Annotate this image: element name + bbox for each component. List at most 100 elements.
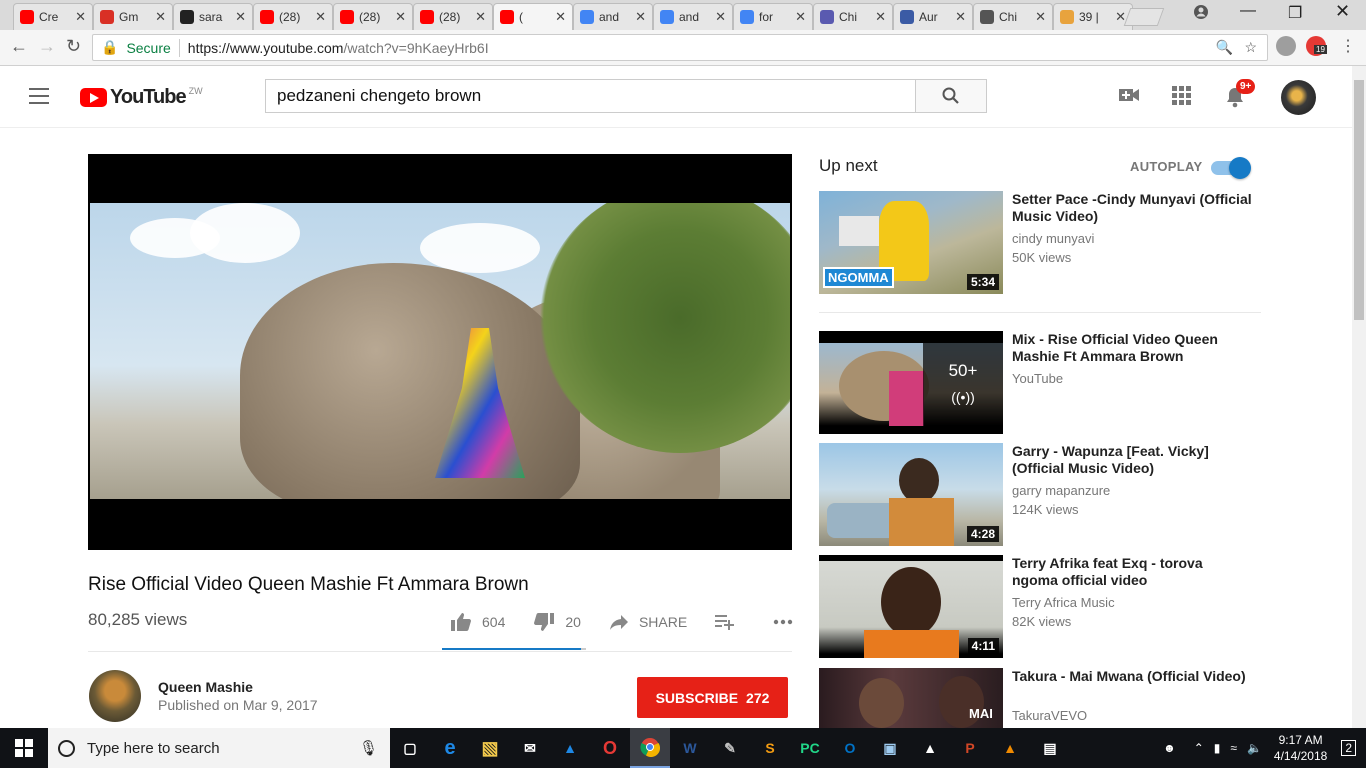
- show-hidden-icons-chevron-icon[interactable]: ⌃: [1194, 741, 1204, 755]
- more-actions-button[interactable]: [773, 619, 803, 625]
- pycharm-icon[interactable]: PC: [790, 728, 830, 768]
- video-title-link[interactable]: Setter Pace -Cindy Munyavi (Official Mus…: [1012, 191, 1252, 225]
- vlc-icon[interactable]: ▲: [990, 728, 1030, 768]
- like-button[interactable]: 604: [450, 612, 505, 632]
- search-button[interactable]: [915, 79, 987, 113]
- sublime-icon[interactable]: S: [750, 728, 790, 768]
- reload-icon[interactable]: ↻: [66, 36, 81, 57]
- channel-name[interactable]: Queen Mashie: [158, 679, 253, 695]
- photos-icon[interactable]: ▲: [910, 728, 950, 768]
- close-tab-icon[interactable]: ✕: [475, 9, 486, 25]
- browser-tab[interactable]: sara ✕: [173, 3, 253, 30]
- taskbar-clock[interactable]: 9:17 AM 4/14/2018: [1274, 732, 1327, 764]
- paint-icon[interactable]: ✎: [710, 728, 750, 768]
- video-thumbnail[interactable]: MAI: [819, 668, 1003, 728]
- extension-icon[interactable]: [1276, 36, 1296, 56]
- notepad-icon[interactable]: ▣: [870, 728, 910, 768]
- upload-video-icon[interactable]: [1118, 86, 1140, 108]
- edge-icon[interactable]: e: [430, 728, 470, 768]
- address-bar[interactable]: 🔒 Secure https://www.youtube.com /watch?…: [92, 34, 1268, 61]
- close-tab-icon[interactable]: ✕: [315, 9, 326, 25]
- people-icon[interactable]: ☻: [1163, 741, 1176, 755]
- new-tab-button[interactable]: [1123, 8, 1165, 26]
- channel-name[interactable]: Terry Africa Music: [1012, 595, 1115, 610]
- app-icon[interactable]: ▲: [550, 728, 590, 768]
- close-tab-icon[interactable]: ✕: [875, 9, 886, 25]
- close-window-icon[interactable]: ✕: [1335, 1, 1350, 22]
- browser-tab[interactable]: Gm ✕: [93, 3, 173, 30]
- opera-icon[interactable]: O: [590, 728, 630, 768]
- subscribe-button[interactable]: SUBSCRIBE 272: [637, 677, 788, 718]
- video-title-link[interactable]: Garry - Wapunza [Feat. Vicky] (Official …: [1012, 443, 1252, 477]
- mail-icon[interactable]: ✉: [510, 728, 550, 768]
- browser-tab[interactable]: (28) ✕: [253, 3, 333, 30]
- video-thumbnail[interactable]: NGOMMA 5:34: [819, 191, 1003, 294]
- browser-tab[interactable]: Cre ✕: [13, 3, 93, 30]
- add-to-playlist-button[interactable]: [715, 614, 745, 630]
- browser-menu-icon[interactable]: ⋮: [1340, 36, 1356, 56]
- word-icon[interactable]: W: [670, 728, 710, 768]
- minimize-icon[interactable]: —: [1240, 2, 1256, 20]
- browser-tab[interactable]: (28) ✕: [333, 3, 413, 30]
- close-tab-icon[interactable]: ✕: [555, 9, 566, 25]
- close-tab-icon[interactable]: ✕: [635, 9, 646, 25]
- channel-name[interactable]: YouTube: [1012, 371, 1063, 386]
- browser-tab[interactable]: and ✕: [653, 3, 733, 30]
- outlook-icon[interactable]: O: [830, 728, 870, 768]
- recommended-mix[interactable]: 50+ ((•)) Mix - Rise Official Video Quee…: [819, 331, 1261, 434]
- volume-icon[interactable]: 🔈: [1247, 741, 1262, 755]
- wifi-icon[interactable]: ≈: [1230, 741, 1237, 755]
- close-tab-icon[interactable]: ✕: [795, 9, 806, 25]
- browser-tab[interactable]: for ✕: [733, 3, 813, 30]
- share-button[interactable]: SHARE: [609, 614, 687, 630]
- microphone-icon[interactable]: 🎙: [359, 739, 378, 757]
- task-view-icon[interactable]: ▢: [390, 728, 430, 768]
- channel-name[interactable]: garry mapanzure: [1012, 483, 1110, 498]
- video-title-link[interactable]: Terry Afrika feat Exq - torova ngoma off…: [1012, 555, 1252, 589]
- video-thumbnail[interactable]: 4:28: [819, 443, 1003, 546]
- battery-icon[interactable]: ▮: [1214, 741, 1221, 755]
- browser-tab[interactable]: Aur ✕: [893, 3, 973, 30]
- channel-name[interactable]: TakuraVEVO: [1012, 708, 1087, 723]
- search-input[interactable]: pedzaneni chengeto brown: [265, 79, 916, 113]
- video-thumbnail[interactable]: 50+ ((•)): [819, 331, 1003, 434]
- maximize-icon[interactable]: ❐: [1288, 3, 1302, 23]
- back-arrow-icon[interactable]: ←: [10, 36, 28, 57]
- dislike-button[interactable]: 20: [533, 612, 581, 632]
- browser-tab[interactable]: (✕: [493, 3, 573, 30]
- scrollbar-thumb[interactable]: [1354, 80, 1364, 320]
- browser-tab[interactable]: Chi ✕: [973, 3, 1053, 30]
- menu-hamburger-icon[interactable]: [29, 88, 49, 104]
- powerpoint-icon[interactable]: P: [950, 728, 990, 768]
- forward-arrow-icon[interactable]: →: [38, 36, 56, 57]
- channel-name[interactable]: cindy munyavi: [1012, 231, 1094, 246]
- youtube-logo[interactable]: YouTube ZW: [80, 86, 203, 109]
- apps-grid-icon[interactable]: [1172, 86, 1194, 108]
- chrome-icon[interactable]: [630, 728, 670, 768]
- browser-tab[interactable]: (28) ✕: [413, 3, 493, 30]
- terminal-icon[interactable]: ▤: [1030, 728, 1070, 768]
- close-tab-icon[interactable]: ✕: [235, 9, 246, 25]
- account-avatar[interactable]: [1281, 80, 1316, 115]
- video-title-link[interactable]: Takura - Mai Mwana (Official Video): [1012, 668, 1252, 685]
- close-tab-icon[interactable]: ✕: [75, 9, 86, 25]
- browser-tab[interactable]: 39 | ✕: [1053, 3, 1133, 30]
- close-tab-icon[interactable]: ✕: [155, 9, 166, 25]
- video-player[interactable]: [88, 154, 792, 550]
- page-scrollbar[interactable]: [1352, 66, 1366, 728]
- autoplay-toggle[interactable]: [1211, 157, 1251, 179]
- action-center-icon[interactable]: 2: [1341, 740, 1356, 756]
- profile-icon[interactable]: [1193, 4, 1209, 25]
- video-thumbnail[interactable]: 4:11: [819, 555, 1003, 658]
- extension-badge-icon[interactable]: 19: [1306, 36, 1327, 56]
- zoom-icon[interactable]: 🔍: [1216, 39, 1233, 56]
- windows-start-icon[interactable]: [0, 728, 48, 768]
- browser-tab[interactable]: Chi ✕: [813, 3, 893, 30]
- close-tab-icon[interactable]: ✕: [955, 9, 966, 25]
- file-explorer-icon[interactable]: ▧: [470, 728, 510, 768]
- video-title-link[interactable]: Mix - Rise Official Video Queen Mashie F…: [1012, 331, 1252, 365]
- recommended-video[interactable]: MAI Takura - Mai Mwana (Official Video) …: [819, 668, 1261, 728]
- channel-avatar[interactable]: [89, 670, 141, 722]
- browser-tab[interactable]: and ✕: [573, 3, 653, 30]
- recommended-video[interactable]: 4:11 Terry Afrika feat Exq - torova ngom…: [819, 555, 1261, 658]
